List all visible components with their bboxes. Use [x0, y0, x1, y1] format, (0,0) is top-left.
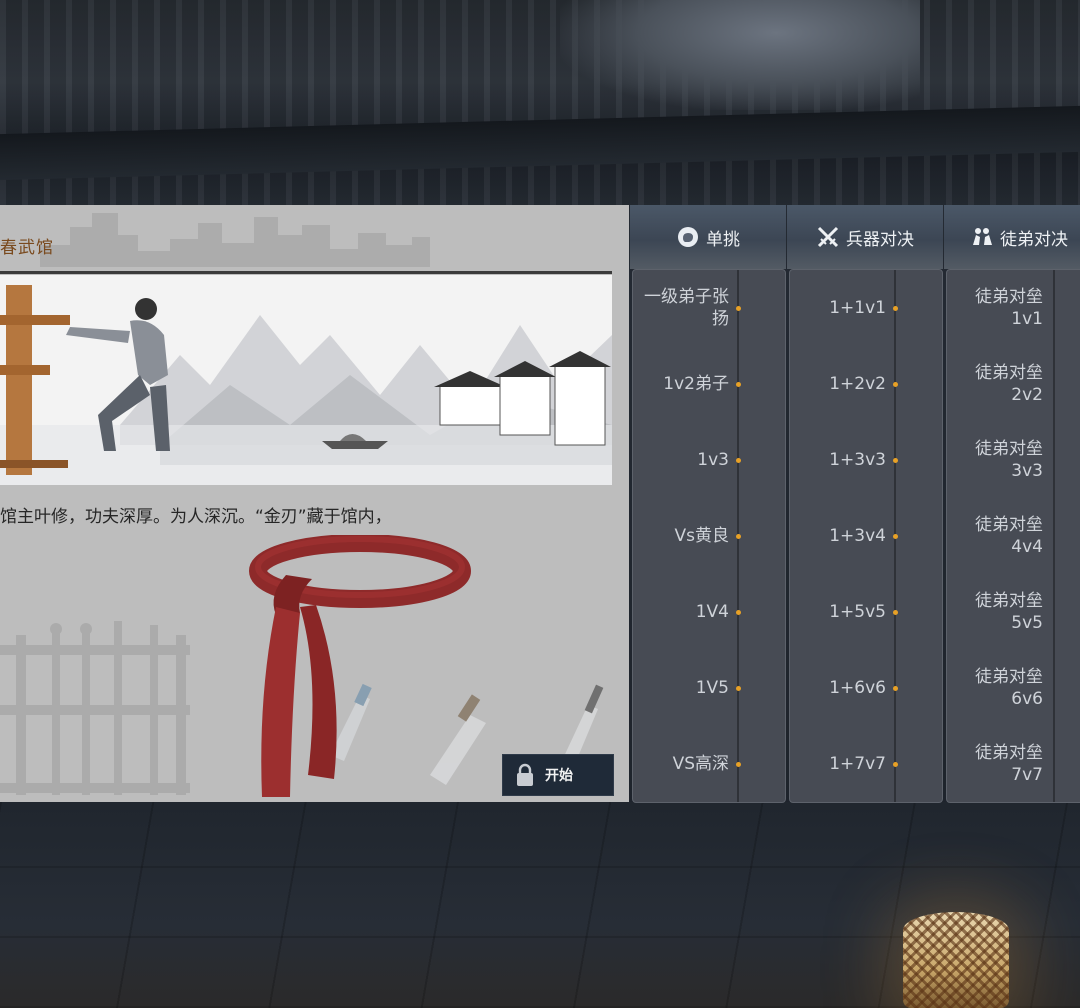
list-item-label: 一级弟子张扬: [644, 287, 729, 329]
disciple-item-1[interactable]: 徒弟对垒1v1: [947, 270, 1080, 346]
list-item-label: 1+3v4: [829, 526, 886, 546]
start-button-label: 开始: [545, 768, 573, 784]
disciple-item-3[interactable]: 徒弟对垒3v3: [947, 422, 1080, 498]
tab-weapon-label: 兵器对决: [846, 229, 914, 250]
list-item-label: 1+7v7: [829, 754, 886, 774]
list-item-label: 徒弟对垒5v5: [975, 591, 1043, 633]
timeline-dot: [736, 534, 741, 539]
duel-list: 一级弟子张扬 1v2弟子 1v3 Vs黄良 1V4 1V5 VS高深: [632, 269, 786, 803]
duel-column: 单挑 一级弟子张扬 1v2弟子 1v3 Vs黄良 1V4 1V5 VS高深: [630, 205, 786, 803]
timeline-dot: [893, 534, 898, 539]
list-item-label: 1V5: [695, 678, 729, 698]
list-item-label: 1+5v5: [829, 602, 886, 622]
weapon-item-3[interactable]: 1+3v3: [790, 422, 942, 498]
weapon-item-1[interactable]: 1+1v1: [790, 270, 942, 346]
list-item-label: 1+3v3: [829, 450, 886, 470]
disciple-column: 徒弟对决 徒弟对垒1v1 徒弟对垒2v2 徒弟对垒3v3 徒弟对垒4v4 徒弟对…: [944, 205, 1080, 803]
duel-item-4[interactable]: Vs黄良: [633, 498, 785, 574]
tab-weapon[interactable]: 兵器对决: [787, 205, 943, 269]
duel-item-7[interactable]: VS高深: [633, 726, 785, 802]
timeline-dot: [736, 610, 741, 615]
disciple-item-7[interactable]: 徒弟对垒7v7: [947, 726, 1080, 802]
duel-item-5[interactable]: 1V4: [633, 574, 785, 650]
hall-title: 春武馆: [0, 238, 54, 258]
background-sky: [560, 0, 920, 110]
list-item-label: 1V4: [695, 602, 729, 622]
list-item-label: 1+1v1: [829, 298, 886, 318]
timeline-dot: [736, 306, 741, 311]
weapon-item-4[interactable]: 1+3v4: [790, 498, 942, 574]
tab-disciple-label: 徒弟对决: [1000, 229, 1068, 250]
disciple-list: 徒弟对垒1v1 徒弟对垒2v2 徒弟对垒3v3 徒弟对垒4v4 徒弟对垒5v5 …: [946, 269, 1080, 803]
duel-item-2[interactable]: 1v2弟子: [633, 346, 785, 422]
weapon-item-5[interactable]: 1+5v5: [790, 574, 942, 650]
duel-item-3[interactable]: 1v3: [633, 422, 785, 498]
weapon-list: 1+1v1 1+2v2 1+3v3 1+3v4 1+5v5 1+6v6 1+7v…: [789, 269, 943, 803]
disciple-item-5[interactable]: 徒弟对垒5v5: [947, 574, 1080, 650]
weapon-item-2[interactable]: 1+2v2: [790, 346, 942, 422]
tab-duel-label: 单挑: [706, 229, 740, 250]
lock-icon: [517, 763, 533, 786]
list-item-label: 徒弟对垒3v3: [975, 439, 1043, 481]
list-item-label: 徒弟对垒1v1: [975, 287, 1043, 329]
list-item-label: 1+6v6: [829, 678, 886, 698]
title-divider: [0, 271, 612, 274]
timeline-dot: [736, 762, 741, 767]
timeline-dot: [893, 382, 898, 387]
list-item-label: Vs黄良: [674, 526, 730, 546]
weapon-item-7[interactable]: 1+7v7: [790, 726, 942, 802]
disciple-item-2[interactable]: 徒弟对垒2v2: [947, 346, 1080, 422]
timeline-dot: [893, 458, 898, 463]
weapon-item-6[interactable]: 1+6v6: [790, 650, 942, 726]
timeline-dot: [736, 458, 741, 463]
disciple-item-4[interactable]: 徒弟对垒4v4: [947, 498, 1080, 574]
list-item-label: 1v3: [697, 450, 729, 470]
timeline-dot: [893, 306, 898, 311]
timeline-dot: [736, 382, 741, 387]
list-item-label: 徒弟对垒7v7: [975, 743, 1043, 785]
duel-item-6[interactable]: 1V5: [633, 650, 785, 726]
timeline-dot: [893, 762, 898, 767]
weapon-column: 兵器对决 1+1v1 1+2v2 1+3v3 1+3v4 1+5v5 1+6v6…: [787, 205, 943, 803]
fist-icon: [678, 227, 698, 247]
duel-item-1[interactable]: 一级弟子张扬: [633, 270, 785, 346]
game-scene: 春武馆 馆主叶修，功夫深厚。为人深沉。“金刃”藏于馆内， 开始 单挑 一级弟子张…: [0, 0, 1080, 1008]
skyline-decoration: [40, 213, 430, 267]
start-button[interactable]: 开始: [502, 754, 614, 796]
list-item-label: 1v2弟子: [663, 374, 729, 394]
crossed-swords-icon: [817, 226, 839, 248]
list-item-label: 徒弟对垒2v2: [975, 363, 1043, 405]
martial-hall-panel: 春武馆 馆主叶修，功夫深厚。为人深沉。“金刃”藏于馆内， 开始: [0, 205, 629, 802]
lantern: [903, 912, 1009, 1008]
list-item-label: 1+2v2: [829, 374, 886, 394]
disciple-item-6[interactable]: 徒弟对垒6v6: [947, 650, 1080, 726]
list-item-label: VS高深: [672, 754, 729, 774]
timeline-dot: [736, 686, 741, 691]
tab-disciple[interactable]: 徒弟对决: [944, 205, 1080, 269]
disciples-icon: [973, 228, 992, 245]
list-item-label: 徒弟对垒4v4: [975, 515, 1043, 557]
tab-duel[interactable]: 单挑: [630, 205, 786, 269]
timeline-dot: [893, 610, 898, 615]
timeline-dot: [893, 686, 898, 691]
ink-landscape-banner: [0, 275, 612, 485]
hall-description: 馆主叶修，功夫深厚。为人深沉。“金刃”藏于馆内，: [0, 507, 392, 527]
list-item-label: 徒弟对垒6v6: [975, 667, 1043, 709]
